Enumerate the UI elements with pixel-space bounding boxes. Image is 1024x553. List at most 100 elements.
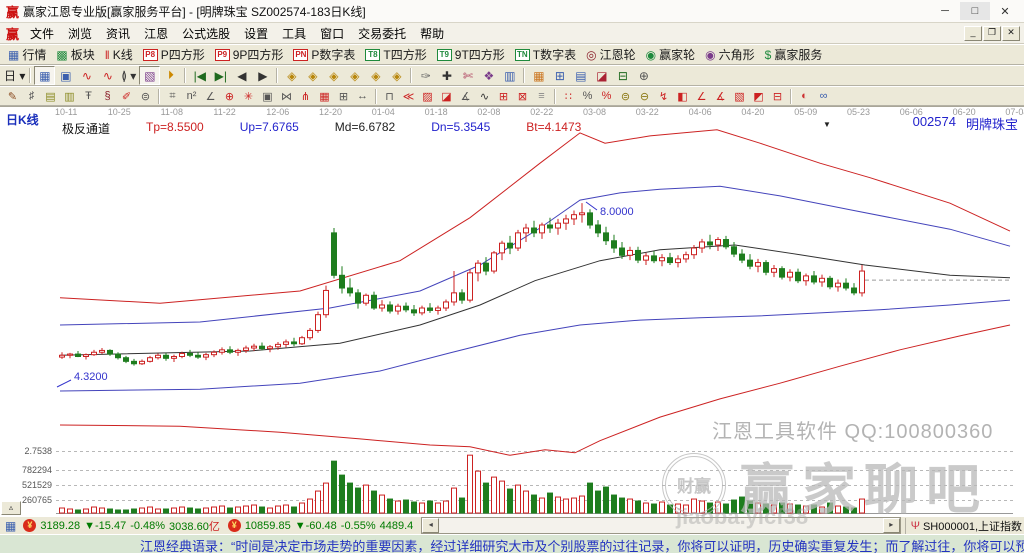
- child-close-button[interactable]: ✕: [1002, 25, 1020, 41]
- pen-tool-icon[interactable]: ✎: [3, 87, 22, 106]
- cut-tool-icon[interactable]: ✄: [457, 66, 478, 85]
- f-ruler-icon[interactable]: Ŧ: [79, 87, 98, 106]
- grid4-icon[interactable]: ⊠: [513, 87, 532, 106]
- 9p-square-button[interactable]: P9 9P四方形: [210, 46, 289, 63]
- window-style-icon[interactable]: ▦: [34, 66, 56, 85]
- diamond-tool-1[interactable]: ◈: [281, 66, 302, 85]
- grid3-icon[interactable]: ⊞: [494, 87, 513, 106]
- network-icon[interactable]: ⊕: [633, 66, 654, 85]
- tray-tool-icon[interactable]: ⊓: [380, 87, 399, 106]
- brush-tool-icon[interactable]: ✐: [117, 87, 136, 106]
- menu-浏览[interactable]: 浏览: [61, 24, 99, 43]
- gann-grid-icon[interactable]: ▤: [41, 87, 60, 106]
- menu-窗口[interactable]: 窗口: [313, 24, 351, 43]
- calendar-icon[interactable]: ▦: [528, 66, 549, 85]
- width-arrows-icon[interactable]: ↔: [353, 87, 372, 106]
- gold-line-icon[interactable]: ⊖: [635, 87, 654, 106]
- sectors-button[interactable]: ▩ 板块: [51, 46, 99, 63]
- szse-index-icon[interactable]: ¥: [227, 519, 241, 532]
- menu-设置[interactable]: 设置: [237, 24, 275, 43]
- angle-tool-icon[interactable]: ∠: [201, 87, 220, 106]
- menu-交易委托[interactable]: 交易委托: [351, 24, 413, 43]
- shade2-icon[interactable]: ▧: [730, 87, 749, 106]
- gann-wheel-button[interactable]: ◎ 江恩轮: [581, 46, 641, 63]
- measure-red-icon[interactable]: ∡: [711, 87, 730, 106]
- close-button[interactable]: ✕: [990, 2, 1020, 20]
- bolt-tool-icon[interactable]: ↯: [654, 87, 673, 106]
- corner-box-icon[interactable]: ◪: [437, 87, 456, 106]
- rays-tool-icon[interactable]: ≪: [399, 87, 418, 106]
- t-number-table-button[interactable]: TN T数字表: [510, 46, 581, 63]
- save-icon[interactable]: ◪: [591, 66, 612, 85]
- menu-资讯[interactable]: 资讯: [99, 24, 137, 43]
- horizontal-scrollbar[interactable]: ◂ ▸: [421, 517, 901, 534]
- prev-bar-button[interactable]: ◀: [231, 66, 252, 85]
- percent-red-icon[interactable]: %: [597, 87, 616, 106]
- quotes-button[interactable]: ▦ 行情: [3, 46, 51, 63]
- diamond-tool-2[interactable]: ◈: [302, 66, 323, 85]
- scroll-track[interactable]: [439, 519, 882, 532]
- current-index-label[interactable]: Ψ SH000001,上证指数: [904, 517, 1022, 534]
- card-tool-icon[interactable]: ▥: [499, 66, 520, 85]
- diamond-tool-4[interactable]: ◈: [344, 66, 365, 85]
- chart-area[interactable]: 日K线 极反通道 Tp=8.5500 Up=7.6765 Md=6.6782 Dn=5…: [0, 106, 1024, 516]
- gann-grid2-icon[interactable]: ▥: [60, 87, 79, 106]
- hand-tool-icon[interactable]: ✑: [415, 66, 436, 85]
- infinity-icon[interactable]: ∞: [814, 87, 833, 106]
- percent-icon[interactable]: %: [578, 87, 597, 106]
- sse-index-icon[interactable]: ¥: [23, 519, 37, 532]
- diamond-tool-6[interactable]: ◈: [386, 66, 407, 85]
- scroll-left-button[interactable]: ◂: [422, 518, 440, 533]
- hash-grid-icon[interactable]: ⌗: [163, 87, 182, 106]
- fan-tool-icon[interactable]: ⋔: [296, 87, 315, 106]
- color-flag-icon[interactable]: ⏵: [160, 66, 181, 85]
- minus-box-icon[interactable]: ⊟: [768, 87, 787, 106]
- t-square-button[interactable]: T8 T四方形: [360, 46, 431, 63]
- volume-collapse-button[interactable]: ▵: [1, 501, 21, 515]
- child-restore-button[interactable]: ❐: [983, 25, 1001, 41]
- zigzag-down-icon[interactable]: ∿: [97, 66, 118, 85]
- channel-indicator-icon[interactable]: ▧: [139, 66, 161, 85]
- info-panel-icon[interactable]: ▣: [55, 66, 76, 85]
- diamond-tool-5[interactable]: ◈: [365, 66, 386, 85]
- add-tool-icon[interactable]: ✚: [436, 66, 457, 85]
- grid-ruler-icon[interactable]: ♯: [22, 87, 41, 106]
- menu-江恩[interactable]: 江恩: [137, 24, 175, 43]
- winner-service-button[interactable]: $ 赢家服务: [760, 46, 828, 63]
- go-first-button[interactable]: |◀: [189, 66, 210, 85]
- menu-公式选股[interactable]: 公式选股: [175, 24, 237, 43]
- spiral-tool-icon[interactable]: §: [98, 87, 117, 106]
- p-square-button[interactable]: P8 P四方形: [138, 46, 210, 63]
- ratio-tool-icon[interactable]: ∷: [559, 87, 578, 106]
- measure-angle-icon[interactable]: ∡: [456, 87, 475, 106]
- next-bar-button[interactable]: ▶: [252, 66, 273, 85]
- chart-tab-daily-kline[interactable]: 日K线: [6, 111, 39, 128]
- winner-wheel-button[interactable]: ◉ 赢家轮: [641, 46, 701, 63]
- notebook-icon[interactable]: ▤: [570, 66, 591, 85]
- candle-style-dropdown[interactable]: ≬ ▾: [118, 66, 139, 85]
- diamond-tool-3[interactable]: ◈: [323, 66, 344, 85]
- target-tool-icon[interactable]: ⊕: [220, 87, 239, 106]
- half-box-icon[interactable]: ◧: [673, 87, 692, 106]
- p-number-table-button[interactable]: PN P数字表: [288, 46, 360, 63]
- shade-box-icon[interactable]: ▨: [418, 87, 437, 106]
- menu-工具[interactable]: 工具: [275, 24, 313, 43]
- menu-帮助[interactable]: 帮助: [413, 24, 451, 43]
- child-minimize-button[interactable]: _: [964, 25, 982, 41]
- bowtie-tool-icon[interactable]: ⋈: [277, 87, 296, 106]
- 9t-square-button[interactable]: T9 9T四方形: [432, 46, 510, 63]
- photo-tool-icon[interactable]: ▣: [258, 87, 277, 106]
- menu-文件[interactable]: 文件: [23, 24, 61, 43]
- angle-red-icon[interactable]: ∠: [692, 87, 711, 106]
- wave-tool-icon[interactable]: ∿: [475, 87, 494, 106]
- kline-button[interactable]: ‖ K线: [100, 46, 138, 63]
- kline-chart-canvas[interactable]: 10-11 10-25 11-08 11-22 12-06 12-20 01-04 01-18…: [0, 107, 1024, 516]
- minimize-button[interactable]: ─: [930, 2, 960, 20]
- ellipse-tool-icon[interactable]: ⊜: [136, 87, 155, 106]
- gold-coin-icon[interactable]: ⊜: [616, 87, 635, 106]
- maximize-button[interactable]: □: [960, 2, 990, 20]
- star-tool-icon[interactable]: ✳: [239, 87, 258, 106]
- stamp-tool-icon[interactable]: ❖: [478, 66, 499, 85]
- go-last-button[interactable]: ▶|: [210, 66, 231, 85]
- export-icon[interactable]: ⊟: [612, 66, 633, 85]
